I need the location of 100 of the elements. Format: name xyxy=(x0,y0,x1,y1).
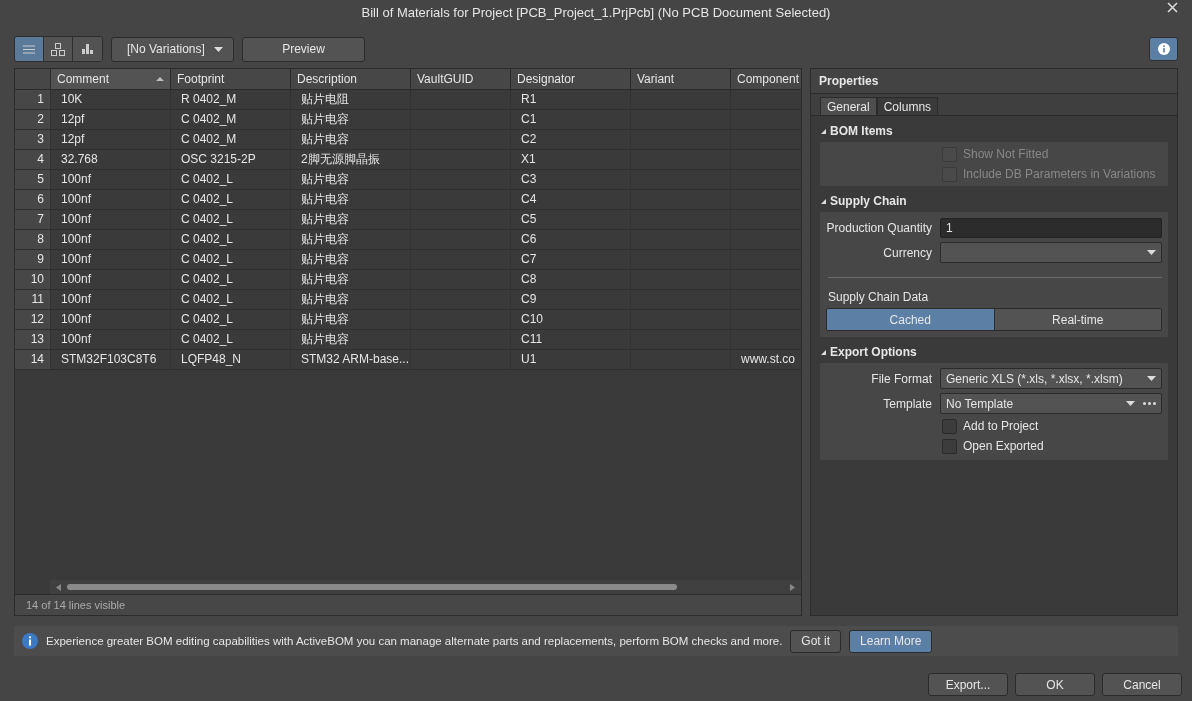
table-cell: C9 xyxy=(521,292,537,306)
dialog-button[interactable]: Cancel xyxy=(1102,673,1182,696)
mode-toggle-button[interactable]: Real-time xyxy=(994,309,1161,330)
caret-icon xyxy=(214,46,223,52)
cubes-icon xyxy=(51,42,65,56)
checkbox-label: Open Exported xyxy=(963,439,1044,453)
table-cell: LQFP48_N xyxy=(181,352,242,366)
row-number: 7 xyxy=(37,212,44,226)
template-dropdown[interactable]: No Template xyxy=(940,393,1162,414)
table-cell: C7 xyxy=(521,252,537,266)
quantity-field[interactable]: 1 xyxy=(940,217,1162,238)
checkbox[interactable] xyxy=(942,418,957,434)
checkbox-label: Include DB Parameters in Variations xyxy=(963,167,1156,181)
field-label: Currency xyxy=(882,245,932,260)
row-number: 4 xyxy=(37,152,44,166)
table-cell: 贴片电容 xyxy=(301,332,349,346)
column-header[interactable]: Comment xyxy=(50,69,170,89)
row-number: 2 xyxy=(37,112,44,126)
bar-chart-icon xyxy=(82,44,93,54)
view-button[interactable] xyxy=(15,37,44,61)
table-cell: www.st.co xyxy=(741,352,795,366)
row-number: 14 xyxy=(30,352,44,366)
caret-icon xyxy=(1147,376,1156,381)
table-cell: 贴片电容 xyxy=(301,212,349,226)
learn-more-button[interactable]: Learn More xyxy=(849,629,933,653)
column-header[interactable]: VaultGUID xyxy=(410,69,510,89)
file-format-dropdown[interactable]: Generic XLS (*.xls, *.xlsx, *.xlsm) xyxy=(940,368,1162,389)
tab[interactable]: Columns xyxy=(876,97,939,115)
table-cell: 贴片电容 xyxy=(301,172,349,186)
table-cell: 贴片电容 xyxy=(301,192,349,206)
column-header[interactable]: Variant xyxy=(630,69,730,89)
row-number: 6 xyxy=(37,192,44,206)
table-cell: C 0402_L xyxy=(181,332,234,346)
scroll-right-icon[interactable] xyxy=(790,583,795,591)
collapse-icon[interactable] xyxy=(821,128,826,134)
tab[interactable]: General xyxy=(820,97,877,115)
view-button[interactable] xyxy=(44,37,73,61)
section-heading: Supply Chain xyxy=(830,194,907,208)
dialog-button[interactable]: OK xyxy=(1015,673,1095,696)
checkbox-label: Add to Project xyxy=(963,419,1039,433)
window-title: Bill of Materials for Project [PCB_Project_1.PrjPcb] (No PCB Document Selected) xyxy=(361,4,831,20)
table-cell: OSC 3215-2P xyxy=(181,152,256,166)
column-header[interactable]: Description xyxy=(290,69,410,89)
checkbox[interactable] xyxy=(942,438,957,454)
field-label: Template xyxy=(882,396,932,411)
section-heading: Export Options xyxy=(830,345,917,359)
table-cell: C2 xyxy=(521,132,537,146)
preview-button[interactable]: Preview xyxy=(242,36,365,62)
table-cell: C 0402_L xyxy=(181,232,234,246)
table-cell: 100nf xyxy=(61,312,92,326)
dismiss-button[interactable]: Got it xyxy=(790,629,842,653)
table-cell: 32.768 xyxy=(61,152,98,166)
column-header[interactable]: Footprint xyxy=(170,69,290,89)
table-cell: 贴片电容 xyxy=(301,252,349,266)
collapse-icon[interactable] xyxy=(821,198,826,204)
mode-toggle-button[interactable]: Cached xyxy=(827,309,995,330)
table-cell: C 0402_M xyxy=(181,112,237,126)
table-cell: 100nf xyxy=(61,292,92,306)
table-cell: C 0402_L xyxy=(181,272,234,286)
table-cell: C 0402_M xyxy=(181,132,237,146)
row-number: 9 xyxy=(37,252,44,266)
info-button[interactable] xyxy=(1149,37,1178,61)
close-icon[interactable] xyxy=(1167,2,1178,13)
variations-dropdown[interactable]: [No Variations] xyxy=(111,36,234,62)
table-cell: 贴片电容 xyxy=(301,112,349,126)
sort-icon xyxy=(156,77,164,81)
table-cell: 2脚无源脚晶振 xyxy=(301,152,380,166)
row-number: 8 xyxy=(37,232,44,246)
table-cell: 贴片电容 xyxy=(301,232,349,246)
table-cell: STM32 ARM-base... xyxy=(301,352,410,366)
table-cell: C 0402_L xyxy=(181,312,234,326)
table-cell: C3 xyxy=(521,172,537,186)
row-number: 1 xyxy=(37,92,44,106)
table-cell: C5 xyxy=(521,212,537,226)
table-cell: C 0402_L xyxy=(181,212,234,226)
status-text: 14 of 14 lines visible xyxy=(26,599,126,611)
more-icon[interactable] xyxy=(1143,402,1156,405)
scroll-left-icon[interactable] xyxy=(56,583,61,591)
checkbox-label: Show Not Fitted xyxy=(963,147,1049,161)
row-number: 5 xyxy=(37,172,44,186)
table-cell: C10 xyxy=(521,312,543,326)
view-button[interactable] xyxy=(73,37,102,61)
field-label: Supply Chain Data xyxy=(828,290,929,304)
table-cell: 100nf xyxy=(61,332,92,346)
table-cell: X1 xyxy=(521,152,536,166)
horizontal-scrollbar[interactable] xyxy=(50,580,801,594)
table-cell: 100nf xyxy=(61,192,92,206)
caret-icon xyxy=(1147,250,1156,255)
section-heading: BOM Items xyxy=(830,124,893,138)
table-cell: 100nf xyxy=(61,212,92,226)
table-cell: C11 xyxy=(521,332,543,346)
collapse-icon[interactable] xyxy=(821,349,826,355)
table-cell: 12pf xyxy=(61,112,85,126)
row-number: 12 xyxy=(30,312,44,326)
table-cell: 100nf xyxy=(61,252,92,266)
field-label: File Format xyxy=(870,371,932,386)
table-cell: 贴片电阻 xyxy=(301,92,349,106)
column-header[interactable]: Designator xyxy=(510,69,630,89)
dialog-button[interactable]: Export... xyxy=(928,673,1008,696)
row-number: 3 xyxy=(37,132,44,146)
